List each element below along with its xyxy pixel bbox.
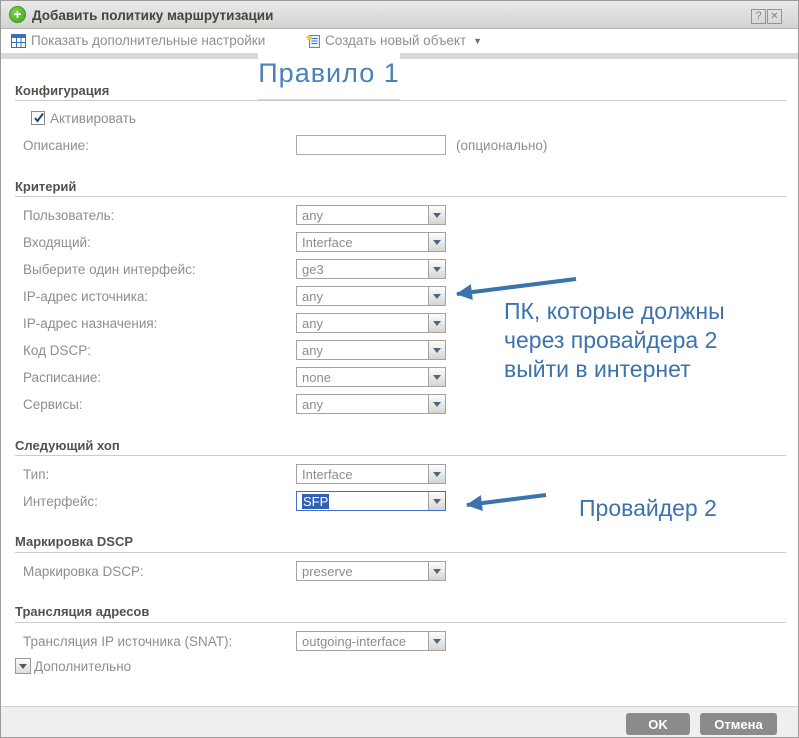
user-select[interactable]: any <box>296 205 446 225</box>
snat-select-value: outgoing-interface <box>302 634 407 649</box>
ok-button[interactable]: OK <box>626 713 690 735</box>
schedule-label: Расписание: <box>23 370 102 385</box>
services-select-value: any <box>302 397 323 412</box>
checkmark-icon <box>34 112 44 123</box>
help-button[interactable]: ? <box>751 9 766 24</box>
chevron-down-icon: ▼ <box>473 35 483 46</box>
choose-interface-label: Выберите один интерфейс: <box>23 262 196 277</box>
advanced-toggle-icon <box>19 663 27 669</box>
next-hop-type-select[interactable]: Interface <box>296 464 446 484</box>
create-new-object-label: Создать новый объект <box>325 33 467 48</box>
source-ip-select[interactable]: any <box>296 286 446 306</box>
note-provider-2: Провайдер 2 <box>579 495 717 521</box>
section-title-dscp-marking: Маркировка DSCP <box>15 534 133 549</box>
dscp-code-select[interactable]: any <box>296 340 446 360</box>
dest-ip-select[interactable]: any <box>296 313 446 333</box>
chevron-down-icon[interactable] <box>428 562 445 580</box>
snat-select[interactable]: outgoing-interface <box>296 631 446 651</box>
new-object-icon <box>306 33 320 48</box>
show-advanced-settings-button[interactable]: Показать дополнительные настройки <box>11 33 265 48</box>
user-select-value: any <box>302 208 323 223</box>
interface-label: Интерфейс: <box>23 494 98 509</box>
dest-ip-label: IP-адрес назначения: <box>23 316 158 331</box>
dscp-marking-select-value: preserve <box>302 564 353 579</box>
note-source-pcs-line3: выйти в интернет <box>504 356 691 382</box>
incoming-select-value: Interface <box>302 235 353 250</box>
snat-label: Трансляция IP источника (SNAT): <box>23 634 233 649</box>
dialog-toolbar: Показать дополнительные настройки Создат… <box>1 29 798 53</box>
chevron-down-icon[interactable] <box>428 206 445 224</box>
enable-checkbox[interactable] <box>31 111 45 125</box>
chevron-down-icon[interactable] <box>428 260 445 278</box>
choose-interface-select-value: ge3 <box>302 262 324 277</box>
services-label: Сервисы: <box>23 397 83 412</box>
dscp-code-select-value: any <box>302 343 323 358</box>
section-title-criteria: Критерий <box>15 179 77 194</box>
section-divider <box>15 455 786 456</box>
create-new-object-button[interactable]: Создать новый объект ▼ <box>306 33 482 48</box>
close-button[interactable]: ✕ <box>767 9 782 24</box>
choose-interface-select[interactable]: ge3 <box>296 259 446 279</box>
section-divider <box>15 552 786 553</box>
next-hop-interface-select[interactable]: SFP <box>296 491 446 511</box>
chevron-down-icon[interactable] <box>428 395 445 413</box>
advanced-toggle-button[interactable] <box>15 658 31 674</box>
incoming-select[interactable]: Interface <box>296 232 446 252</box>
section-divider <box>15 196 786 197</box>
arrow-to-source-ip <box>456 277 577 301</box>
dialog-title: Добавить политику маршрутизации <box>32 8 274 23</box>
note-source-pcs-line1: ПК, которые должны <box>504 298 725 324</box>
dialog-footer: OK Отмена <box>1 706 798 737</box>
chevron-down-icon[interactable] <box>428 314 445 332</box>
dialog-titlebar: + Добавить политику маршрутизации ? ✕ <box>1 1 798 29</box>
section-divider <box>15 622 786 623</box>
chevron-down-icon[interactable] <box>428 465 445 483</box>
note-source-pcs: ПК, которые должны через провайдера 2 вы… <box>504 297 725 384</box>
note-source-pcs-line2: через провайдера 2 <box>504 327 718 353</box>
section-title-configuration: Конфигурация <box>15 83 110 98</box>
chevron-down-icon[interactable] <box>428 492 445 510</box>
next-hop-type-select-value: Interface <box>302 467 353 482</box>
chevron-down-icon[interactable] <box>428 233 445 251</box>
section-title-address-translation: Трансляция адресов <box>15 604 150 619</box>
source-ip-select-value: any <box>302 289 323 304</box>
section-title-next-hop: Следующий хоп <box>15 438 120 453</box>
arrow-to-interface <box>466 493 547 512</box>
table-grid-icon <box>11 33 26 48</box>
chevron-down-icon[interactable] <box>428 632 445 650</box>
rule-annotation-label: Правило 1 <box>258 58 400 88</box>
schedule-select[interactable]: none <box>296 367 446 387</box>
chevron-down-icon[interactable] <box>428 287 445 305</box>
description-label: Описание: <box>23 138 89 153</box>
description-input[interactable] <box>296 135 446 155</box>
add-plus-icon: + <box>9 6 26 23</box>
dscp-marking-select[interactable]: preserve <box>296 561 446 581</box>
chevron-down-icon[interactable] <box>428 368 445 386</box>
add-routing-policy-dialog: + Добавить политику маршрутизации ? ✕ По… <box>0 0 799 738</box>
advanced-label: Дополнительно <box>34 659 132 674</box>
services-select[interactable]: any <box>296 394 446 414</box>
incoming-label: Входящий: <box>23 235 91 250</box>
section-divider <box>15 100 786 101</box>
source-ip-label: IP-адрес источника: <box>23 289 149 304</box>
cancel-button[interactable]: Отмена <box>700 713 777 735</box>
next-hop-interface-select-value: SFP <box>302 494 330 509</box>
show-advanced-settings-label: Показать дополнительные настройки <box>31 33 266 48</box>
schedule-select-value: none <box>302 370 331 385</box>
enable-label: Активировать <box>50 111 136 126</box>
rule-annotation-box: Правило 1 <box>258 53 400 100</box>
chevron-down-icon[interactable] <box>428 341 445 359</box>
type-label: Тип: <box>23 467 50 482</box>
optional-hint: (опционально) <box>456 138 548 153</box>
dest-ip-select-value: any <box>302 316 323 331</box>
user-label: Пользователь: <box>23 208 115 223</box>
dscp-marking-label: Маркировка DSCP: <box>23 564 144 579</box>
dscp-code-label: Код DSCP: <box>23 343 91 358</box>
